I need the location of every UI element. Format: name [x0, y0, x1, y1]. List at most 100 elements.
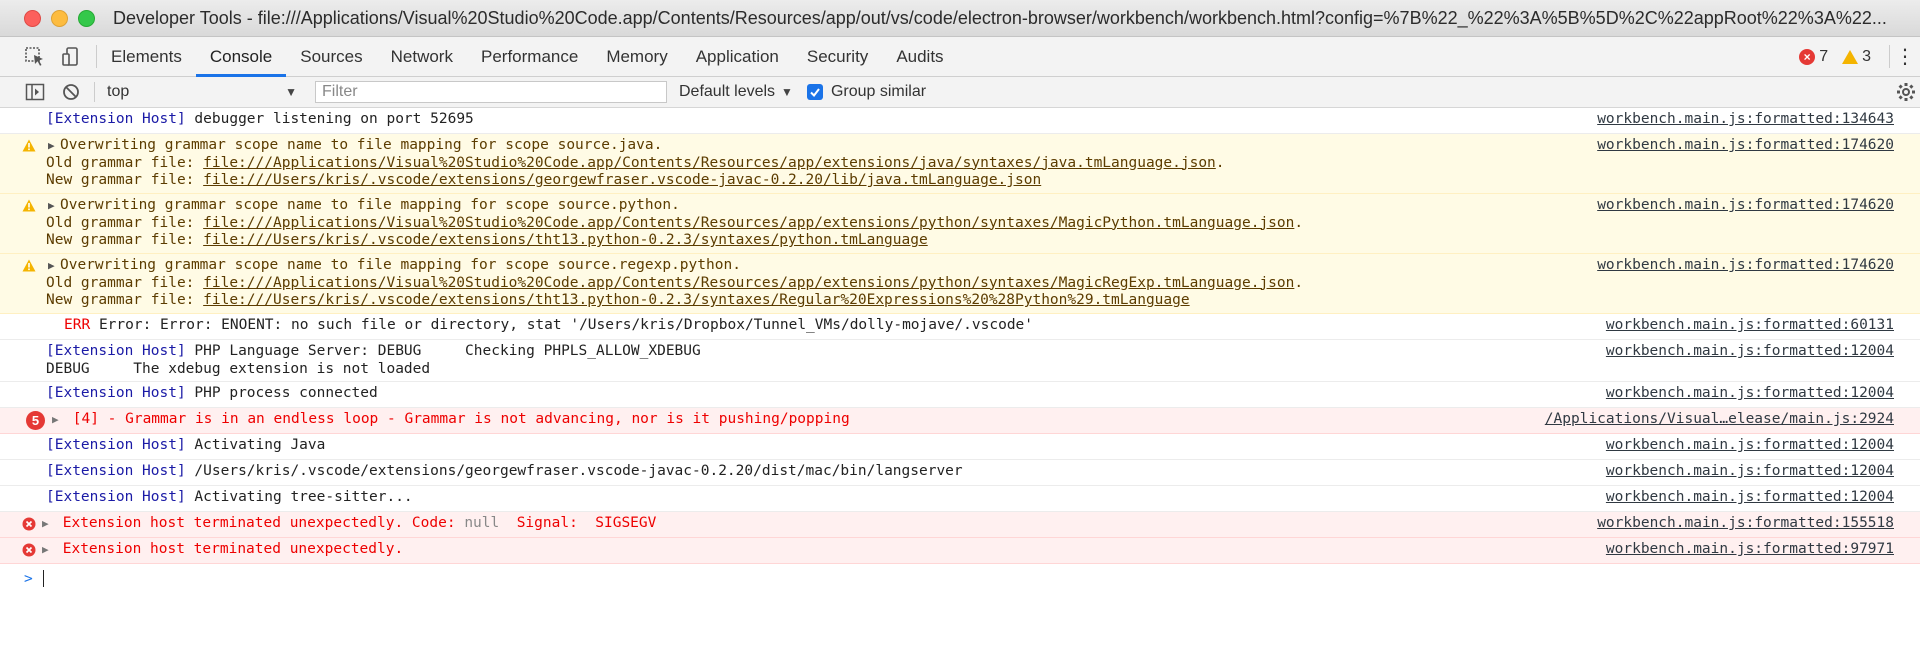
chevron-down-icon: ▼	[781, 85, 793, 99]
console-message[interactable]: [Extension Host] Activating tree-sitter.…	[0, 486, 1920, 512]
expand-arrow-icon[interactable]: ▶	[48, 197, 60, 215]
tab-console[interactable]: Console	[195, 37, 287, 77]
maximize-window-button[interactable]	[78, 9, 95, 27]
expand-arrow-icon[interactable]: ▶	[42, 541, 54, 559]
console-toolbar: top ▼ Default levels ▼ Group similar	[0, 77, 1920, 108]
group-similar-toggle[interactable]: Group similar	[806, 83, 926, 101]
console-error[interactable]: ▶ Extension host terminated unexpectedly…	[0, 538, 1920, 564]
message-source-link[interactable]: workbench.main.js:formatted:134643	[1597, 111, 1894, 129]
console-message[interactable]: [Extension Host] PHP Language Server: DE…	[0, 340, 1920, 382]
tab-performance[interactable]: Performance	[467, 37, 592, 76]
new-grammar-link[interactable]: file:///Users/kris/.vscode/extensions/th…	[203, 292, 1189, 308]
issue-counters[interactable]: × 7 3	[1799, 37, 1889, 76]
message-tag: [Extension Host]	[46, 489, 186, 505]
text-cursor	[42, 570, 44, 587]
message-source-link[interactable]: workbench.main.js:formatted:12004	[1606, 437, 1894, 455]
message-source-link[interactable]: workbench.main.js:formatted:97971	[1606, 541, 1894, 559]
message-text: PHP Language Server: DEBUG Checking PHPL…	[194, 343, 701, 359]
error-count: 7	[1819, 47, 1829, 65]
error-text: Extension host terminated unexpectedly. …	[62, 515, 465, 531]
console-warning[interactable]: ▶ Overwriting grammar scope name to file…	[0, 194, 1920, 254]
expand-arrow-icon[interactable]: ▶	[48, 257, 60, 275]
message-source-link[interactable]: workbench.main.js:formatted:155518	[1597, 515, 1894, 533]
expand-arrow-icon[interactable]: ▶	[48, 137, 60, 155]
filter-input[interactable]	[315, 81, 667, 103]
warning-text: Overwriting grammar scope name to file m…	[60, 197, 680, 213]
console-log[interactable]: [Extension Host] debugger listening on p…	[0, 108, 1920, 647]
console-message[interactable]: [Extension Host] /Users/kris/.vscode/ext…	[0, 460, 1920, 486]
new-grammar-link[interactable]: file:///Users/kris/.vscode/extensions/ge…	[203, 172, 1041, 188]
console-message[interactable]: [Extension Host] PHP process connected w…	[0, 382, 1920, 408]
message-text: Activating Java	[194, 437, 326, 453]
error-icon	[22, 543, 36, 563]
warning-text: Overwriting grammar scope name to file m…	[60, 137, 663, 153]
signal-value: SIGSEGV	[595, 515, 657, 531]
tab-audits[interactable]: Audits	[882, 37, 957, 76]
log-levels-dropdown[interactable]: Default levels ▼	[679, 83, 793, 101]
message-tag: [Extension Host]	[46, 343, 186, 359]
new-grammar-link[interactable]: file:///Users/kris/.vscode/extensions/th…	[203, 232, 928, 248]
message-source-link[interactable]: workbench.main.js:formatted:174620	[1597, 137, 1894, 155]
minimize-window-button[interactable]	[51, 9, 68, 27]
console-message[interactable]: [Extension Host] debugger listening on p…	[0, 108, 1920, 134]
console-message[interactable]: ERR Error: Error: ENOENT: no such file o…	[0, 314, 1920, 340]
message-source-link[interactable]: workbench.main.js:formatted:12004	[1606, 343, 1894, 361]
tab-elements[interactable]: Elements	[97, 37, 196, 76]
message-source-link[interactable]: workbench.main.js:formatted:12004	[1606, 385, 1894, 403]
error-code-value: null	[464, 515, 500, 531]
repeat-count-badge: 5	[26, 411, 45, 430]
prompt-chevron-icon: >	[24, 570, 33, 587]
message-tag: [Extension Host]	[46, 385, 186, 401]
more-options-icon[interactable]: ⋮	[1889, 45, 1920, 68]
console-settings-icon[interactable]	[1896, 82, 1916, 107]
error-text: Extension host terminated unexpectedly.	[62, 541, 404, 557]
warning-text: Overwriting grammar scope name to file m…	[60, 257, 741, 273]
message-source-link[interactable]: workbench.main.js:formatted:12004	[1606, 489, 1894, 507]
expand-arrow-icon[interactable]: ▶	[52, 411, 64, 429]
console-warning[interactable]: ▶ Overwriting grammar scope name to file…	[0, 254, 1920, 314]
tabbar-tools	[0, 45, 97, 68]
tab-application[interactable]: Application	[682, 37, 793, 76]
message-source-link[interactable]: workbench.main.js:formatted:60131	[1606, 317, 1894, 335]
old-grammar-link[interactable]: file:///Applications/Visual%20Studio%20C…	[203, 215, 1294, 231]
old-grammar-link[interactable]: file:///Applications/Visual%20Studio%20C…	[203, 275, 1294, 291]
new-grammar-label: New grammar file:	[46, 232, 204, 248]
message-source-link[interactable]: workbench.main.js:formatted:174620	[1597, 197, 1894, 215]
tab-memory[interactable]: Memory	[592, 37, 681, 76]
message-source-link[interactable]: /Applications/Visual…elease/main.js:2924	[1545, 411, 1894, 429]
warning-icon	[22, 199, 36, 218]
show-sidebar-icon[interactable]	[24, 81, 46, 103]
message-source-link[interactable]: workbench.main.js:formatted:12004	[1606, 463, 1894, 481]
error-count-icon: ×	[1799, 48, 1816, 65]
window-title: Developer Tools - file:///Applications/V…	[113, 7, 1887, 28]
tabbar-spacer	[958, 37, 1800, 76]
clear-console-icon[interactable]	[60, 81, 82, 103]
devtools-tabbar: Elements Console Sources Network Perform…	[0, 37, 1920, 77]
message-text: Error: Error: ENOENT: no such file or di…	[98, 317, 1034, 333]
tab-security[interactable]: Security	[793, 37, 882, 76]
console-warning[interactable]: ▶ Overwriting grammar scope name to file…	[0, 134, 1920, 194]
warning-count: 3	[1862, 47, 1871, 65]
window-titlebar: Developer Tools - file:///Applications/V…	[0, 0, 1920, 37]
old-grammar-link[interactable]: file:///Applications/Visual%20Studio%20C…	[203, 155, 1216, 171]
message-source-link[interactable]: workbench.main.js:formatted:174620	[1597, 257, 1894, 275]
console-error[interactable]: 5 ▶ [4] - Grammar is in an endless loop …	[0, 408, 1920, 434]
console-prompt[interactable]: >	[0, 564, 1920, 587]
inspect-element-icon[interactable]	[24, 46, 46, 68]
group-similar-checkbox[interactable]	[806, 84, 823, 100]
console-error[interactable]: ▶ Extension host terminated unexpectedly…	[0, 512, 1920, 538]
close-window-button[interactable]	[24, 9, 41, 27]
tab-network[interactable]: Network	[377, 37, 467, 76]
new-grammar-label: New grammar file:	[46, 172, 204, 188]
expand-arrow-icon[interactable]: ▶	[42, 515, 54, 533]
console-message[interactable]: [Extension Host] Activating Java workben…	[0, 434, 1920, 460]
tab-sources[interactable]: Sources	[286, 37, 376, 76]
device-toolbar-icon[interactable]	[60, 46, 82, 68]
context-selector[interactable]: top ▼	[103, 81, 301, 103]
warning-icon	[22, 259, 36, 278]
log-level-label: ERR	[64, 317, 91, 333]
old-grammar-label: Old grammar file:	[46, 154, 204, 171]
log-levels-label: Default levels	[679, 83, 776, 100]
message-tag: [Extension Host]	[46, 111, 186, 127]
window-controls	[24, 9, 95, 27]
